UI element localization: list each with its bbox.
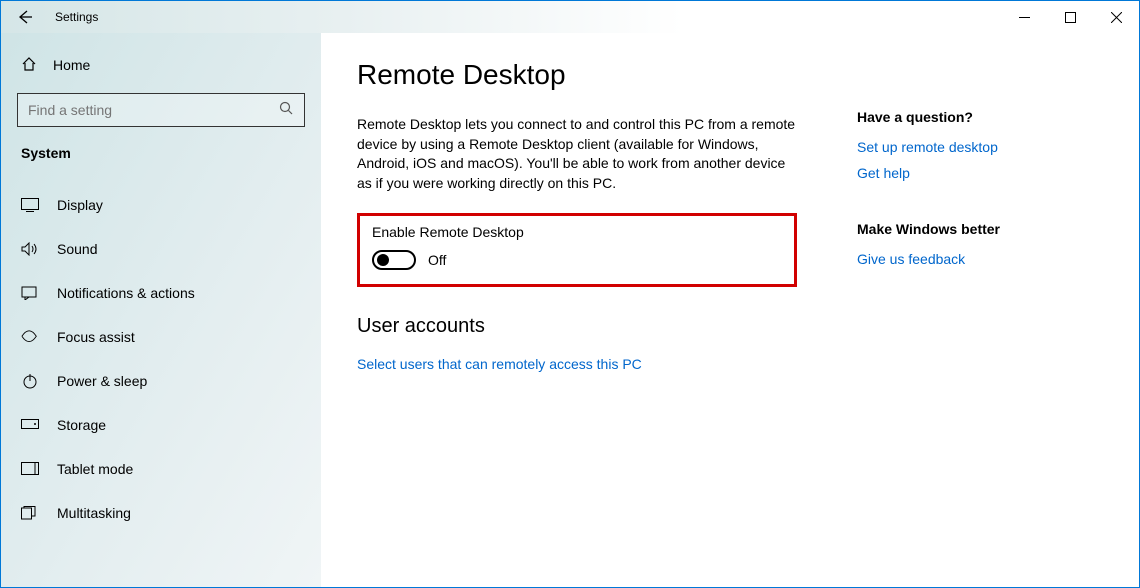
sidebar-item-label: Notifications & actions	[57, 285, 195, 301]
aside-panel: Have a question? Set up remote desktop G…	[857, 59, 1097, 587]
select-users-link[interactable]: Select users that can remotely access th…	[357, 356, 642, 372]
sidebar-item-label: Focus assist	[57, 329, 135, 345]
main-content: Remote Desktop Remote Desktop lets you c…	[321, 33, 1139, 587]
close-button[interactable]	[1093, 1, 1139, 33]
sidebar-item-storage[interactable]: Storage	[17, 403, 305, 447]
storage-icon	[21, 419, 39, 431]
maximize-button[interactable]	[1047, 1, 1093, 33]
user-accounts-heading: User accounts	[357, 315, 797, 338]
sidebar-item-label: Storage	[57, 417, 106, 433]
search-icon	[279, 101, 294, 119]
minimize-button[interactable]	[1001, 1, 1047, 33]
power-icon	[21, 373, 39, 389]
display-icon	[21, 198, 39, 212]
sidebar-item-label: Display	[57, 197, 103, 213]
multitasking-icon	[21, 506, 39, 520]
sidebar-item-multitasking[interactable]: Multitasking	[17, 491, 305, 535]
sidebar-item-notifications[interactable]: Notifications & actions	[17, 271, 305, 315]
category-label: System	[21, 145, 305, 161]
app-title: Settings	[55, 10, 98, 24]
sidebar-item-power-sleep[interactable]: Power & sleep	[17, 359, 305, 403]
titlebar: Settings	[1, 1, 1139, 33]
sidebar-item-label: Power & sleep	[57, 373, 147, 389]
tablet-mode-icon	[21, 462, 39, 476]
notifications-icon	[21, 286, 39, 300]
home-label: Home	[53, 57, 90, 73]
sidebar-item-label: Sound	[57, 241, 97, 257]
search-input[interactable]	[28, 102, 258, 118]
sidebar-item-focus-assist[interactable]: Focus assist	[17, 315, 305, 359]
home-icon	[21, 56, 37, 75]
get-help-link[interactable]: Get help	[857, 165, 1097, 181]
enable-remote-desktop-section: Enable Remote Desktop Off	[357, 213, 797, 287]
home-nav[interactable]: Home	[17, 45, 305, 85]
search-box[interactable]	[17, 93, 305, 127]
enable-remote-desktop-toggle[interactable]	[372, 250, 416, 270]
enable-remote-desktop-label: Enable Remote Desktop	[372, 224, 782, 240]
have-question-heading: Have a question?	[857, 109, 1097, 125]
sidebar-item-sound[interactable]: Sound	[17, 227, 305, 271]
setup-remote-desktop-link[interactable]: Set up remote desktop	[857, 139, 1097, 155]
sidebar-item-display[interactable]: Display	[17, 183, 305, 227]
page-description: Remote Desktop lets you connect to and c…	[357, 115, 797, 193]
sidebar-item-label: Tablet mode	[57, 461, 133, 477]
focus-assist-icon	[21, 329, 39, 345]
sidebar-item-tablet-mode[interactable]: Tablet mode	[17, 447, 305, 491]
sidebar-item-label: Multitasking	[57, 505, 131, 521]
toggle-state-label: Off	[428, 252, 446, 268]
sound-icon	[21, 242, 39, 256]
sidebar: Home System Display Sound Notifications …	[1, 33, 321, 587]
page-title: Remote Desktop	[357, 59, 797, 91]
make-windows-better-heading: Make Windows better	[857, 221, 1097, 237]
give-feedback-link[interactable]: Give us feedback	[857, 251, 1097, 267]
back-button[interactable]	[1, 1, 49, 33]
